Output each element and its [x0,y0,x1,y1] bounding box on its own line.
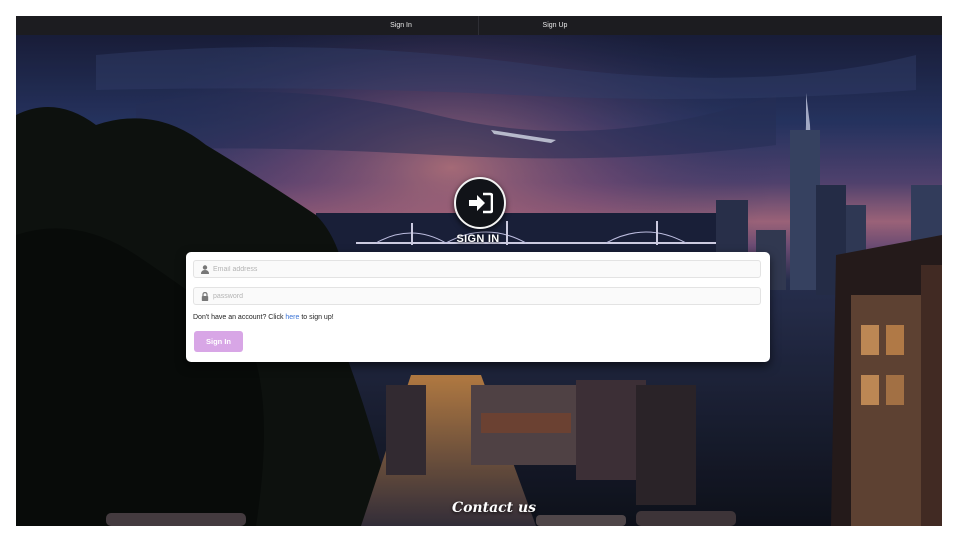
nav-divider [478,16,479,35]
lock-icon [201,292,209,301]
contact-us-link[interactable]: Contact us [429,500,559,516]
page-title: SIGN IN [456,233,500,245]
signin-form-card: Don't have an account? Click here to sig… [186,252,770,362]
page-frame: Sign In Sign Up SIGN IN Email address Do… [16,16,942,526]
signup-prompt: Don't have an account? Click here to sig… [193,314,334,321]
sign-in-arrow-icon [454,177,506,229]
top-nav: Sign In Sign Up [16,16,942,35]
signin-submit-button[interactable]: Sign In [194,331,243,352]
signup-prompt-suffix: to sign up! [299,314,334,321]
email-input[interactable] [213,261,753,277]
password-input[interactable] [213,288,753,304]
nav-signin-link[interactable]: Sign In [361,16,441,35]
signup-here-link[interactable]: here [285,314,299,321]
user-icon [201,265,209,274]
email-field[interactable] [193,260,761,278]
signup-prompt-prefix: Don't have an account? Click [193,314,286,321]
nav-signup-link[interactable]: Sign Up [515,16,595,35]
password-field[interactable] [193,287,761,305]
